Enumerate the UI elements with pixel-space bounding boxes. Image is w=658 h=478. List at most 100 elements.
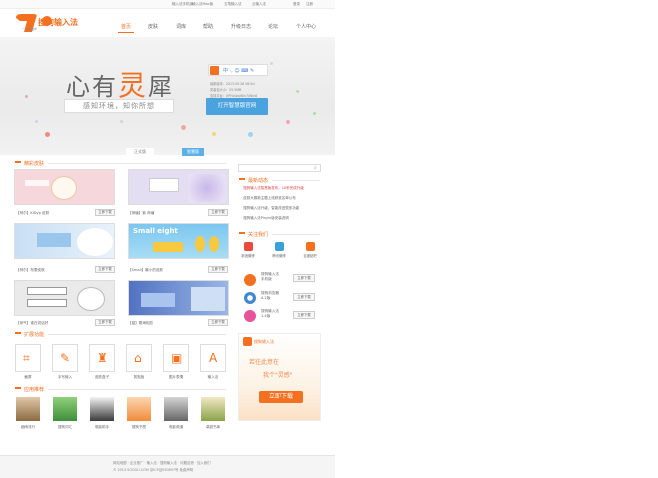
promo-banner[interactable]: 搜狗输入法 若往此意在 我个"灵感" 立即下载 bbox=[238, 333, 321, 421]
tool-clipboard[interactable]: ⌂ bbox=[126, 344, 152, 372]
product-download-1[interactable]: 立即下载 bbox=[293, 274, 315, 282]
skin-thumbnail-6[interactable] bbox=[128, 280, 229, 316]
candidate-box-preview bbox=[27, 299, 67, 307]
sogou-logo[interactable]: 搜狗输入法 一直在进步 bbox=[14, 12, 84, 34]
skin-download-5[interactable]: 立即下载 bbox=[95, 319, 115, 326]
skin-thumbnail-4[interactable]: Small eight bbox=[128, 223, 229, 259]
tab-smart-version[interactable]: 智慧版 bbox=[182, 148, 204, 156]
promo-line-1: 若往此意在 bbox=[249, 359, 280, 366]
news-item-4[interactable]: · 搜狗输入法Pinyin版安装说明 bbox=[241, 216, 289, 221]
topbar-link-wubi[interactable]: 五笔输入法 bbox=[224, 2, 242, 7]
skin-label-1[interactable]: 【柯尔】KiDyp 皮肤 bbox=[16, 211, 49, 216]
topbar-link-cloud[interactable]: 云输入法 bbox=[252, 2, 266, 7]
shirt-icon: ♜ bbox=[97, 351, 108, 365]
tool-skin-box[interactable]: ♜ bbox=[89, 344, 115, 372]
tool-label[interactable]: 截屏 bbox=[13, 375, 43, 380]
follow-label[interactable]: 百度贴吧 bbox=[300, 253, 320, 258]
version-info: 最新版本：2013.09.26 V6.9d 安装包大小：25.5MB 支持平台：… bbox=[210, 82, 258, 98]
mouse-icon: ⌂ bbox=[134, 351, 142, 365]
footer-links[interactable]: 网站地图 · 企业推广 · 输入法 · 搜狗输入法 · 问题反馈 · 加入我们 bbox=[113, 460, 211, 465]
skin-label-6[interactable]: 【蓝】雾海相恋 bbox=[128, 321, 153, 326]
tool-image-emoji[interactable]: ▣ bbox=[163, 344, 189, 372]
app-label[interactable]: 电影频道 bbox=[161, 425, 191, 430]
section-marker bbox=[239, 232, 245, 234]
register-link[interactable]: 注册 bbox=[306, 2, 313, 7]
letter-a-icon: A bbox=[209, 351, 218, 365]
skin-download-2[interactable]: 立即下载 bbox=[208, 209, 228, 216]
nav-changelog[interactable]: 升级日志 bbox=[225, 23, 257, 30]
promo-download-button[interactable]: 立即下载 bbox=[259, 391, 303, 403]
input-box-preview bbox=[141, 293, 175, 307]
skin-download-6[interactable]: 立即下载 bbox=[208, 319, 228, 326]
app-thumbnail-1[interactable] bbox=[16, 397, 40, 421]
apps-section-title: 应用推荐 bbox=[24, 387, 45, 393]
logo-text: 搜狗输入法 bbox=[38, 18, 78, 27]
news-item-2[interactable]: · 皮肤大赛新主题上线获奖名单公布 bbox=[241, 196, 296, 201]
skin-label-4[interactable]: 【Small】最小的皮肤 bbox=[128, 268, 163, 273]
login-link[interactable]: 登录 bbox=[293, 2, 300, 7]
tool-label[interactable]: 皮肤盒子 bbox=[87, 375, 117, 380]
tool-ime[interactable]: A bbox=[200, 344, 226, 372]
search-icon[interactable]: ⌕ bbox=[314, 165, 317, 171]
skin-download-4[interactable]: 立即下载 bbox=[208, 266, 228, 273]
follow-section-title: 关注我们 bbox=[248, 232, 269, 238]
nav-help[interactable]: 帮助 bbox=[192, 23, 224, 30]
logo-subtitle: 一直在进步 bbox=[22, 27, 38, 31]
weibo-icon[interactable] bbox=[244, 242, 253, 251]
tencent-weibo-icon[interactable] bbox=[275, 242, 284, 251]
skin-thumbnail-1[interactable] bbox=[14, 169, 115, 205]
app-label[interactable]: 卓越书库 bbox=[198, 425, 228, 430]
app-label[interactable]: 细雨流行 bbox=[13, 425, 43, 430]
search-input[interactable]: ⌕ bbox=[238, 164, 321, 172]
app-thumbnail-3[interactable] bbox=[90, 397, 114, 421]
divider bbox=[48, 334, 226, 335]
divider bbox=[272, 234, 320, 235]
skin-label-5[interactable]: 【帝气】谁在说话好 bbox=[16, 321, 48, 326]
skin-thumbnail-2[interactable] bbox=[128, 169, 229, 205]
tieba-icon[interactable] bbox=[306, 242, 315, 251]
promo-line-2: 我个"灵感" bbox=[263, 372, 293, 379]
skin-thumbnail-3[interactable] bbox=[14, 223, 115, 259]
cartoon-character bbox=[77, 228, 113, 256]
nav-forum[interactable]: 论坛 bbox=[257, 23, 289, 30]
section-marker bbox=[15, 387, 21, 389]
app-label[interactable]: 搜狗书签 bbox=[124, 425, 154, 430]
product-download-2[interactable]: 立即下载 bbox=[293, 293, 315, 301]
image-icon: ▣ bbox=[171, 351, 183, 365]
decor-dot bbox=[45, 132, 50, 137]
skin-download-3[interactable]: 立即下载 bbox=[95, 266, 115, 273]
open-smart-site-button[interactable]: 打开智慧版官网 bbox=[206, 98, 268, 115]
skin-label-3[interactable]: 【柯尔】布蕾皮肤 bbox=[16, 268, 45, 273]
news-item-1[interactable]: · 搜狗输入法智慧版发布，10秒完成升级 bbox=[241, 186, 304, 191]
tab-normal-version[interactable]: 正式版 bbox=[126, 148, 154, 156]
topbar-link-mobile[interactable]: 输入法手机版 bbox=[172, 2, 193, 7]
news-item-3[interactable]: · 搜狗输入法升级，智能改进很多功能 bbox=[241, 206, 299, 211]
app-label[interactable]: 电脑助手 bbox=[87, 425, 117, 430]
tool-label[interactable]: 输入法 bbox=[198, 375, 228, 380]
skins-section-title: 精彩皮肤 bbox=[24, 161, 45, 167]
decor-dot bbox=[313, 112, 316, 115]
sogou-sticker-icon bbox=[244, 310, 256, 322]
app-label[interactable]: 搜狗词汇 bbox=[50, 425, 80, 430]
nav-user-center[interactable]: 个人中心 bbox=[290, 23, 322, 30]
app-thumbnail-2[interactable] bbox=[53, 397, 77, 421]
decor-dot bbox=[296, 90, 299, 93]
topbar-link-mac[interactable]: 输入法Mac版 bbox=[192, 2, 213, 7]
input-box-preview bbox=[153, 242, 183, 252]
tool-label[interactable]: 手写输入 bbox=[50, 375, 80, 380]
follow-label[interactable]: 腾讯微博 bbox=[269, 253, 289, 258]
skin-thumbnail-5[interactable] bbox=[14, 280, 115, 316]
tool-handwrite[interactable]: ✎ bbox=[52, 344, 78, 372]
skin-label-2[interactable]: 【荷塘】紫 荷塘 bbox=[128, 211, 154, 216]
product-download-3[interactable]: 立即下载 bbox=[293, 311, 315, 319]
tool-screenshot[interactable]: ⌗ bbox=[15, 344, 41, 372]
app-thumbnail-4[interactable] bbox=[127, 397, 151, 421]
tool-label[interactable]: 图片表情 bbox=[161, 375, 191, 380]
follow-label[interactable]: 新浪微博 bbox=[238, 253, 258, 258]
tool-label[interactable]: 剪贴板 bbox=[124, 375, 154, 380]
product-info-3: 搜狗输入法 1.4版 bbox=[261, 309, 279, 318]
toolbar-glyphs: 中 ·, ☺ ⌨ ✎ bbox=[223, 68, 255, 74]
app-thumbnail-5[interactable] bbox=[164, 397, 188, 421]
skin-download-1[interactable]: 立即下载 bbox=[95, 209, 115, 216]
app-thumbnail-6[interactable] bbox=[201, 397, 225, 421]
